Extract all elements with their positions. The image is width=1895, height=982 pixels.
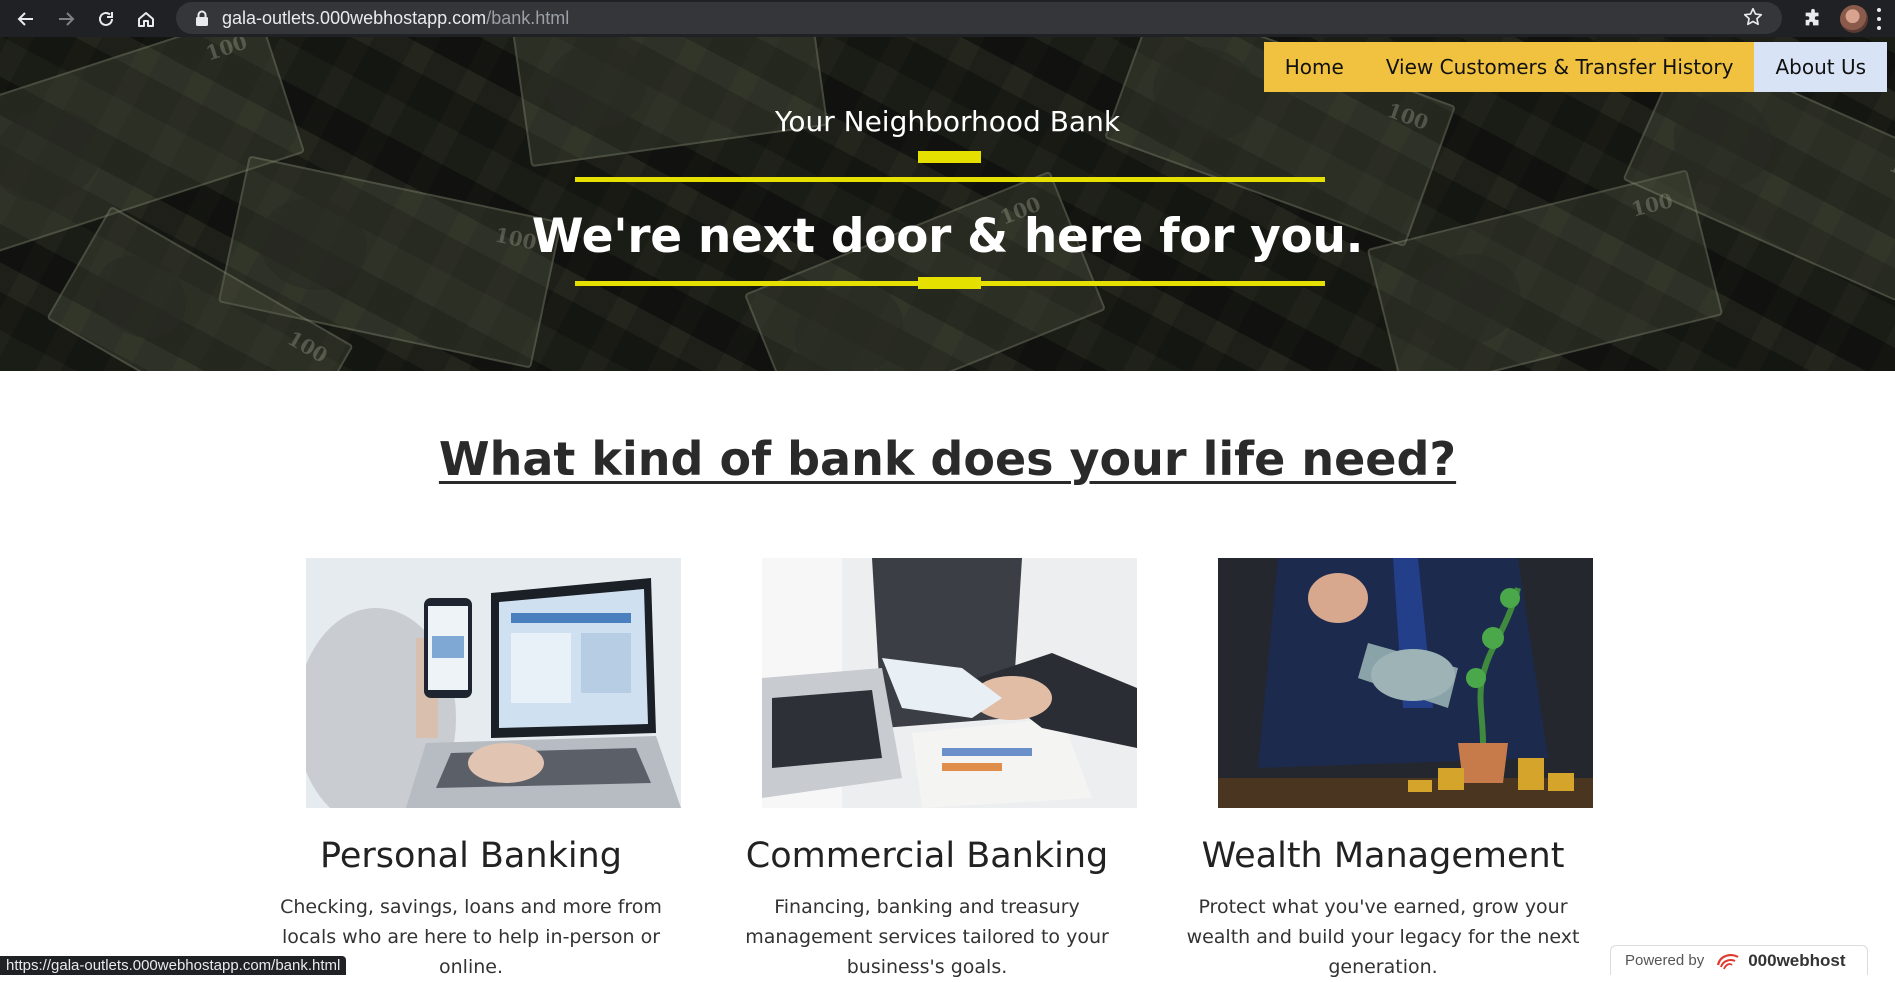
powered-by-brand: 000webhost	[1748, 950, 1846, 970]
arrow-left-icon	[17, 11, 33, 26]
banknote-decoration: 100	[511, 37, 829, 168]
hero-headline: We're next door & here for you.	[531, 209, 1364, 264]
wealth-management-image	[1218, 558, 1593, 808]
headline-accent-bar	[918, 277, 981, 289]
card-description: Financing, banking and treasury manageme…	[745, 896, 1109, 978]
hero-tagline: Your Neighborhood Bank	[774, 105, 1121, 138]
address-bar[interactable]: gala-outlets.000webhostapp.com/bank.html	[176, 2, 1782, 34]
tagline-accent-bar	[918, 151, 981, 163]
home-icon	[138, 11, 154, 27]
powered-by-badge[interactable]: Powered by 000webhost	[1610, 945, 1868, 975]
url-text[interactable]: gala-outlets.000webhostapp.com/bank.html	[222, 8, 569, 29]
nav-customers-link[interactable]: View Customers & Transfer History	[1364, 42, 1755, 92]
top-navigation: Home View Customers & Transfer History A…	[1263, 42, 1887, 92]
section-title: What kind of bank does your life need?	[0, 432, 1895, 486]
url-path: /bank.html	[486, 7, 570, 28]
card-title: Personal Banking	[320, 836, 622, 876]
reload-button[interactable]	[86, 0, 126, 37]
link-status-bar: https://gala-outlets.000webhostapp.com/b…	[0, 956, 347, 975]
profile-avatar[interactable]	[1840, 5, 1868, 33]
banknote-decoration: 100	[743, 170, 1107, 371]
powered-by-label: Powered by	[1625, 952, 1705, 969]
reload-icon	[99, 11, 113, 26]
arrow-right-icon	[59, 11, 75, 26]
url-host: gala-outlets.000webhostapp.com	[222, 7, 487, 28]
personal-banking-image	[306, 558, 681, 808]
kebab-menu-icon[interactable]	[1876, 8, 1882, 30]
card-description: Protect what you've earned, grow your we…	[1186, 896, 1580, 978]
lock-icon[interactable]	[190, 6, 214, 30]
star-icon[interactable]	[1742, 6, 1764, 34]
000webhost-logo-icon	[1717, 953, 1739, 969]
browser-toolbar: gala-outlets.000webhostapp.com/bank.html	[0, 0, 1895, 37]
nav-about-link[interactable]: About Us	[1754, 42, 1887, 92]
home-button[interactable]	[126, 0, 166, 37]
card-title: Wealth Management	[1201, 836, 1565, 876]
back-button[interactable]	[6, 0, 46, 37]
commercial-banking-image	[762, 558, 1137, 808]
section-title-text: What kind of bank does your life need?	[438, 432, 1457, 486]
card-title: Commercial Banking	[745, 836, 1109, 876]
headline-top-rule	[575, 177, 1325, 182]
puzzle-icon[interactable]	[1800, 6, 1826, 32]
hero-banner: 100 100 100 100 100 100 100 100 Home Vie…	[0, 37, 1895, 371]
forward-button[interactable]	[46, 0, 86, 37]
nav-home-link[interactable]: Home	[1263, 42, 1365, 92]
